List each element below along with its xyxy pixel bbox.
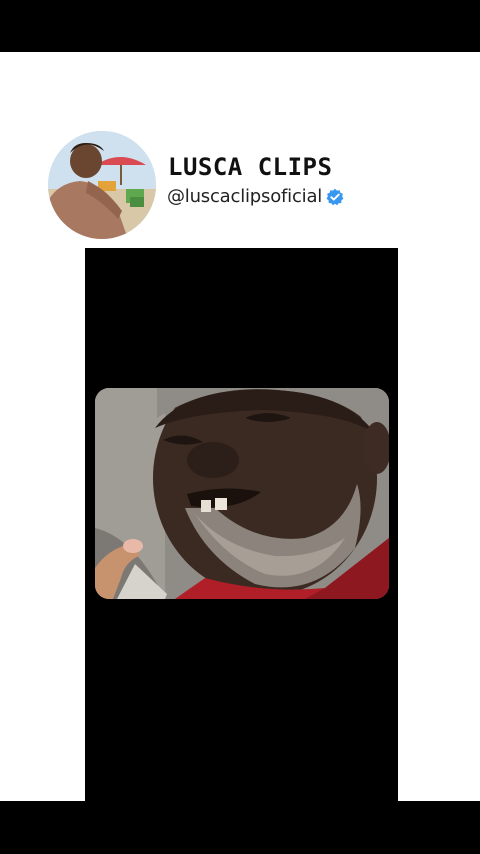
channel-name[interactable]: LUSCA CLIPS xyxy=(168,153,332,181)
bottom-letterbox-bar xyxy=(0,801,480,854)
verified-check-icon xyxy=(326,188,344,206)
handle-row[interactable]: @luscaclipsoficial xyxy=(167,186,344,207)
channel-avatar[interactable] xyxy=(48,131,156,239)
avatar-photo-icon xyxy=(48,131,156,239)
top-letterbox-bar xyxy=(0,0,480,52)
video-thumbnail[interactable] xyxy=(95,388,389,599)
video-thumbnail-photo-icon xyxy=(95,388,389,599)
channel-handle[interactable]: @luscaclipsoficial xyxy=(167,186,322,207)
reel-screen: LUSCA CLIPS @luscaclipsoficial xyxy=(0,0,480,854)
